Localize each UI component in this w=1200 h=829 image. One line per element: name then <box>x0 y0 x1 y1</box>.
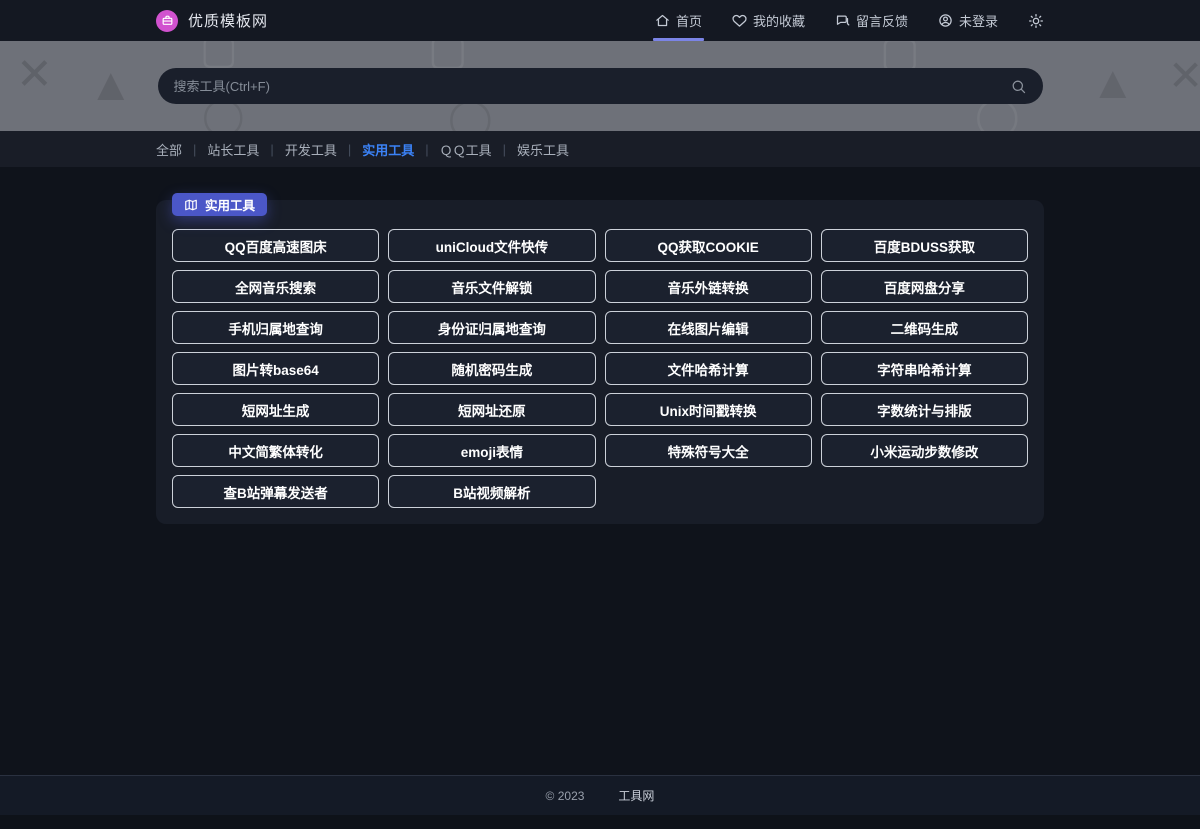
tool-button[interactable]: 百度网盘分享 <box>821 270 1028 303</box>
brand-title: 优质模板网 <box>188 10 268 31</box>
filter-tab[interactable]: 开发工具 <box>285 140 337 159</box>
tool-button[interactable]: Unix时间戳转换 <box>605 393 812 426</box>
pattern-x-icon: ✕ <box>16 49 53 100</box>
tool-button[interactable]: QQ百度高速图床 <box>172 229 379 262</box>
filter-separator: | <box>270 142 273 157</box>
search-icon <box>1010 78 1027 95</box>
brand[interactable]: 优质模板网 <box>156 10 268 32</box>
nav-item-home[interactable]: 首页 <box>655 0 702 41</box>
tool-button[interactable]: uniCloud文件快传 <box>388 229 595 262</box>
tool-button[interactable]: 短网址还原 <box>388 393 595 426</box>
tool-button[interactable]: 百度BDUSS获取 <box>821 229 1028 262</box>
nav-item-feedback[interactable]: 留言反馈 <box>835 0 908 41</box>
filter-separator: | <box>425 142 428 157</box>
top-navbar: 优质模板网 首页 我的收藏 留言反馈 <box>0 0 1200 41</box>
heart-icon <box>732 13 747 28</box>
search-banner: ✕ ▲ ▢ ◯ ▢ ◯ ▢ ◯ ▲ ✕ <box>0 41 1200 131</box>
tool-button[interactable]: 中文简繁体转化 <box>172 434 379 467</box>
nav-item-login[interactable]: 未登录 <box>938 0 998 41</box>
tools-grid: QQ百度高速图床 uniCloud文件快传 QQ获取COOKIE 百度BDUSS获取全… <box>172 229 1028 508</box>
pattern-x-icon: ✕ <box>1168 51 1200 100</box>
tool-button[interactable]: 特殊符号大全 <box>605 434 812 467</box>
pattern-triangle-icon: ▲ <box>1090 55 1136 109</box>
filter-tab[interactable]: 全部 <box>156 140 182 159</box>
tool-button[interactable]: 小米运动步数修改 <box>821 434 1028 467</box>
filter-tab[interactable]: ＱＱ工具 <box>440 140 492 159</box>
nav-item-favorites[interactable]: 我的收藏 <box>732 0 805 41</box>
tool-button[interactable]: 图片转base64 <box>172 352 379 385</box>
search-input[interactable] <box>174 79 1010 94</box>
tool-button[interactable]: 身份证归属地查询 <box>388 311 595 344</box>
search-button[interactable] <box>1010 78 1027 95</box>
filter-tab[interactable]: 娱乐工具 <box>517 140 569 159</box>
bottom-strip <box>0 815 1200 829</box>
brand-logo-icon <box>156 10 178 32</box>
nav-menu: 首页 我的收藏 留言反馈 未登录 <box>655 0 1044 41</box>
tools-card: 实用工具 QQ百度高速图床uniCloud文件快传QQ获取COOKIE百度BDU… <box>156 200 1044 524</box>
search-bar <box>158 68 1043 104</box>
tool-button[interactable]: 短网址生成 <box>172 393 379 426</box>
filter-separator: | <box>193 142 196 157</box>
filter-tab[interactable]: 站长工具 <box>207 140 259 159</box>
tool-button[interactable]: 字数统计与排版 <box>821 393 1028 426</box>
tool-button[interactable]: 音乐外链转换 <box>605 270 812 303</box>
category-filters: 全部 | 站长工具 | 开发工具 | 实用工具 | ＱＱ工具 | 娱乐工具 <box>156 140 1044 159</box>
tool-button[interactable]: 文件哈希计算 <box>605 352 812 385</box>
user-icon <box>938 13 953 28</box>
tool-button[interactable]: QQ获取COOKIE <box>605 229 812 262</box>
filter-tab[interactable]: 实用工具 <box>362 140 414 159</box>
tool-button[interactable]: 字符串哈希计算 <box>821 352 1028 385</box>
tool-button[interactable]: 随机密码生成 <box>388 352 595 385</box>
tool-button[interactable]: 二维码生成 <box>821 311 1028 344</box>
filter-separator: | <box>503 142 506 157</box>
tool-button[interactable]: 在线图片编辑 <box>605 311 812 344</box>
section-badge-label: 实用工具 <box>205 195 255 214</box>
filter-separator: | <box>348 142 351 157</box>
feedback-icon <box>835 13 850 28</box>
sun-icon <box>1028 13 1044 29</box>
tool-button[interactable]: 手机归属地查询 <box>172 311 379 344</box>
tool-button[interactable]: 全网音乐搜索 <box>172 270 379 303</box>
home-icon <box>655 13 670 28</box>
category-filterbar: 全部 | 站长工具 | 开发工具 | 实用工具 | ＱＱ工具 | 娱乐工具 <box>0 131 1200 167</box>
section-badge: 实用工具 <box>172 193 267 216</box>
tool-button[interactable]: B站视频解析 <box>388 475 595 508</box>
tool-button[interactable]: 查B站弹幕发送者 <box>172 475 379 508</box>
footer: © 2023 工具网 <box>0 775 1200 815</box>
tool-button[interactable]: emoji表情 <box>388 434 595 467</box>
pattern-triangle-icon: ▲ <box>88 57 134 111</box>
map-icon <box>184 198 198 212</box>
main-content: 实用工具 QQ百度高速图床uniCloud文件快传QQ获取COOKIE百度BDU… <box>0 200 1200 775</box>
tool-button[interactable]: 音乐文件解锁 <box>388 270 595 303</box>
theme-toggle-button[interactable] <box>1028 13 1044 29</box>
